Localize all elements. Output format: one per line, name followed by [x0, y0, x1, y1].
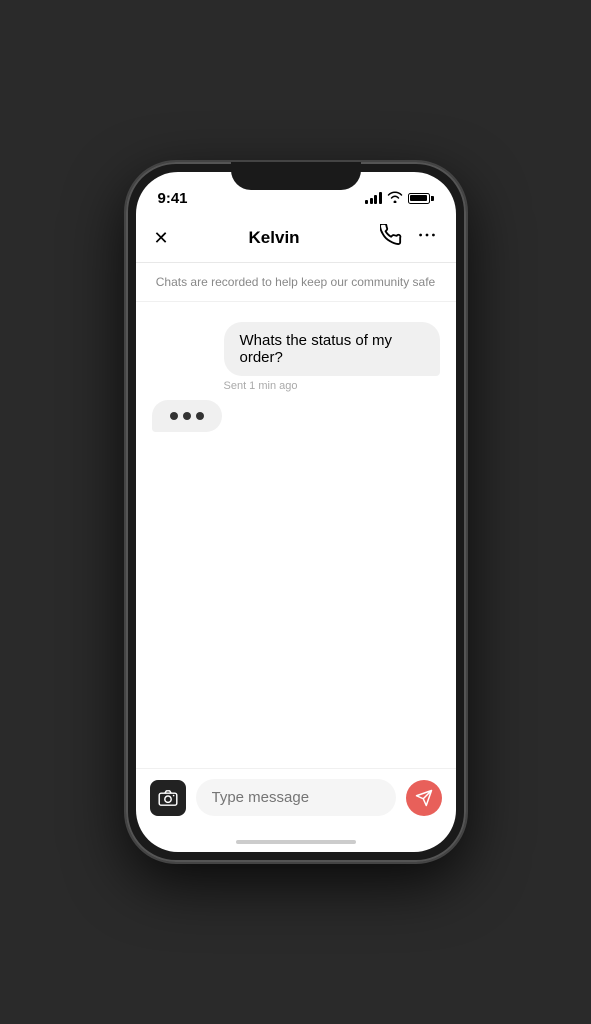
phone-frame: 9:41: [126, 162, 466, 862]
typing-dot-1: [170, 412, 178, 420]
chat-header: ✕ Kelvin: [136, 216, 456, 263]
header-right: [380, 224, 438, 252]
status-time: 9:41: [158, 190, 188, 207]
status-icons: [365, 191, 434, 206]
home-indicator: [236, 840, 356, 844]
message-input[interactable]: [212, 789, 380, 806]
signal-icon: [365, 192, 382, 204]
typing-dot-2: [183, 412, 191, 420]
typing-indicator: [152, 400, 222, 432]
sent-message: Whats the status of my order? Sent 1 min…: [224, 322, 440, 392]
call-button[interactable]: [380, 224, 402, 252]
message-timestamp: Sent 1 min ago: [224, 380, 440, 392]
more-options-button[interactable]: [416, 224, 438, 252]
chat-area: Whats the status of my order? Sent 1 min…: [136, 302, 456, 768]
message-text: Whats the status of my order?: [240, 332, 393, 366]
camera-button[interactable]: [150, 780, 186, 816]
input-area: [136, 768, 456, 840]
send-icon: [415, 789, 433, 807]
safety-notice-text: Chats are recorded to help keep our comm…: [156, 275, 435, 289]
phone-notch: [231, 162, 361, 190]
header-left: ✕: [154, 229, 169, 247]
close-button[interactable]: ✕: [154, 229, 169, 247]
message-bubble: Whats the status of my order?: [224, 322, 440, 376]
typing-dot-3: [196, 412, 204, 420]
safety-notice: Chats are recorded to help keep our comm…: [136, 263, 456, 302]
phone-screen: 9:41: [136, 172, 456, 852]
wifi-icon: [387, 191, 403, 206]
message-input-wrapper[interactable]: [196, 779, 396, 816]
camera-icon: [158, 790, 178, 806]
send-button[interactable]: [406, 780, 442, 816]
battery-icon: [408, 193, 434, 204]
chat-title: Kelvin: [169, 228, 380, 248]
